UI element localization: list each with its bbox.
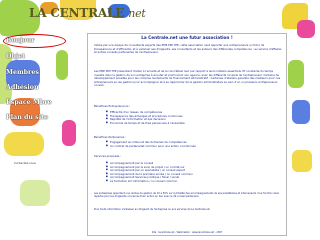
puzzle-piece-decoration <box>292 150 312 172</box>
intro-paragraph: Initiée par une équipe de consultants ex… <box>94 43 282 55</box>
benefits-entrepreneurs-heading: Bénéfices Entrepreneurs : <box>94 104 131 108</box>
list-item: Un contrat de partenariat commun pour un… <box>106 144 196 149</box>
description-paragraph: Les PME PMI TPE présentent d'aider à l'e… <box>94 69 281 88</box>
puzzle-piece-decoration <box>288 60 304 88</box>
benefits-entrepreneurs-list: Efficacité d'un réseau de compétences Tr… <box>106 110 185 126</box>
logo-main-text: LA CENTRALE <box>29 6 125 20</box>
nav-item-objet[interactable]: Objet <box>6 53 25 60</box>
selection-highlight-ring <box>3 34 66 48</box>
site-logo[interactable]: LA CENTRALE net <box>29 6 146 20</box>
contact-paragraph: Pour toute information s'adresser au dir… <box>94 208 211 211</box>
content-title: La Centrale.net une futur association ! <box>141 35 233 40</box>
nav-item-espace-membre[interactable]: Espace Mbre <box>6 99 52 106</box>
main-content-panel: La Centrale.net une futur association ! … <box>87 33 287 236</box>
puzzle-piece-decoration <box>4 132 44 156</box>
logo-suffix-text: net <box>128 7 146 20</box>
remise-paragraph: Les entreprises apportant une remise de … <box>94 192 280 199</box>
puzzle-piece-decoration <box>56 50 68 80</box>
services-list: Accompagnement par le conseil Accompagne… <box>106 161 193 184</box>
list-item: La formation et l'information / ou conse… <box>106 179 193 184</box>
nav-item-adhesion[interactable]: Adhésion <box>6 84 39 91</box>
benefits-partners-heading: Bénéfices Partenaires : <box>94 135 127 139</box>
puzzle-piece-decoration <box>292 100 310 124</box>
nav-item-plan-du-site[interactable]: Plan du site <box>6 114 48 121</box>
page: LA CENTRALE net Bonjour Objet Membres Adh… <box>0 0 320 240</box>
page-footer: Site : lacentrale.net - Webmaster : www.… <box>151 231 223 234</box>
puzzle-piece-decoration <box>297 20 315 38</box>
benefits-partners-list: Engagement au milieu et des domaines de … <box>106 140 196 149</box>
puzzle-piece-decoration <box>20 180 50 206</box>
list-item: Economie de temps et de frais personnels… <box>106 121 185 126</box>
nav-item-membres[interactable]: Membres <box>6 69 39 76</box>
puzzle-piece-decoration <box>62 120 76 146</box>
services-heading: Services proposés : <box>94 154 122 158</box>
sidebar-contact-link[interactable]: Contactez-nous <box>14 161 36 165</box>
